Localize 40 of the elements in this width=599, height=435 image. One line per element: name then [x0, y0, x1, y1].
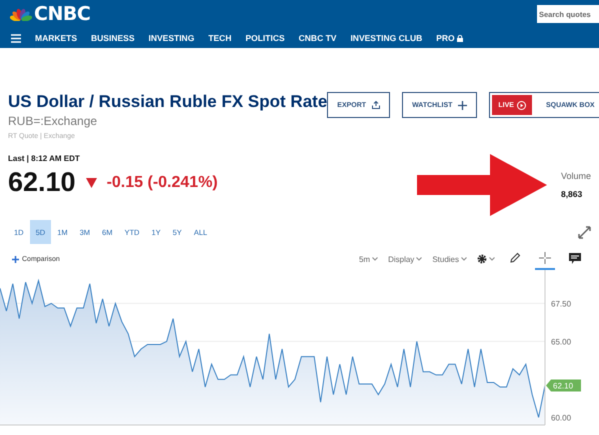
caret-icon: [461, 257, 467, 261]
nav-link[interactable]: TECH: [208, 33, 232, 43]
last-time-label: Last | 8:12 AM EDT: [8, 154, 81, 163]
symbol-text: RUB=:Exchange: [8, 114, 98, 128]
nav-link[interactable]: PRO: [436, 33, 463, 43]
comment-icon: [569, 252, 581, 264]
expand-icon[interactable]: [578, 226, 591, 238]
caret-icon: [489, 257, 495, 261]
price-text: 62.10: [8, 167, 76, 198]
axis-tick-label: 65.00: [551, 337, 572, 346]
nav-link[interactable]: POLITICS: [245, 33, 285, 43]
quote-title: US Dollar / Russian Ruble FX Spot Rate: [8, 92, 328, 112]
nav-link[interactable]: INVESTING CLUB: [350, 33, 422, 43]
peacock-logo-icon: [10, 7, 32, 21]
change-text: -0.15 (-0.241%): [106, 174, 218, 192]
price-tag: 62.10: [546, 380, 581, 392]
volume-label: Volume: [560, 171, 591, 181]
arrow-icon: [416, 154, 547, 216]
settings-icon: [477, 254, 487, 264]
caret-icon: [372, 257, 378, 261]
plus-icon: [12, 256, 19, 262]
nav-link[interactable]: INVESTING: [148, 33, 194, 43]
pencil-icon: [509, 252, 521, 264]
nav-link[interactable]: BUSINESS: [91, 33, 134, 43]
menu-icon[interactable]: [11, 34, 21, 42]
logo-text[interactable]: CNBC: [34, 3, 90, 25]
crosshair-icon: [539, 252, 551, 264]
share-icon: [372, 101, 380, 109]
play-icon: [516, 100, 526, 110]
plus-icon: [458, 100, 468, 110]
dropdown-menu[interactable]: Display: [388, 254, 422, 264]
nav-link[interactable]: CNBC TV: [298, 33, 336, 43]
volume-value: 8,863: [560, 189, 584, 199]
settings-button[interactable]: [477, 254, 495, 264]
dropdown-menu[interactable]: Studies: [432, 254, 467, 264]
nav-link[interactable]: MARKETS: [35, 33, 78, 43]
caret-icon: [416, 257, 422, 261]
axis-tick-label: 67.50: [551, 299, 572, 308]
dropdown-menu[interactable]: 5m: [358, 254, 378, 264]
axis-tick-label: 60.00: [551, 413, 572, 422]
